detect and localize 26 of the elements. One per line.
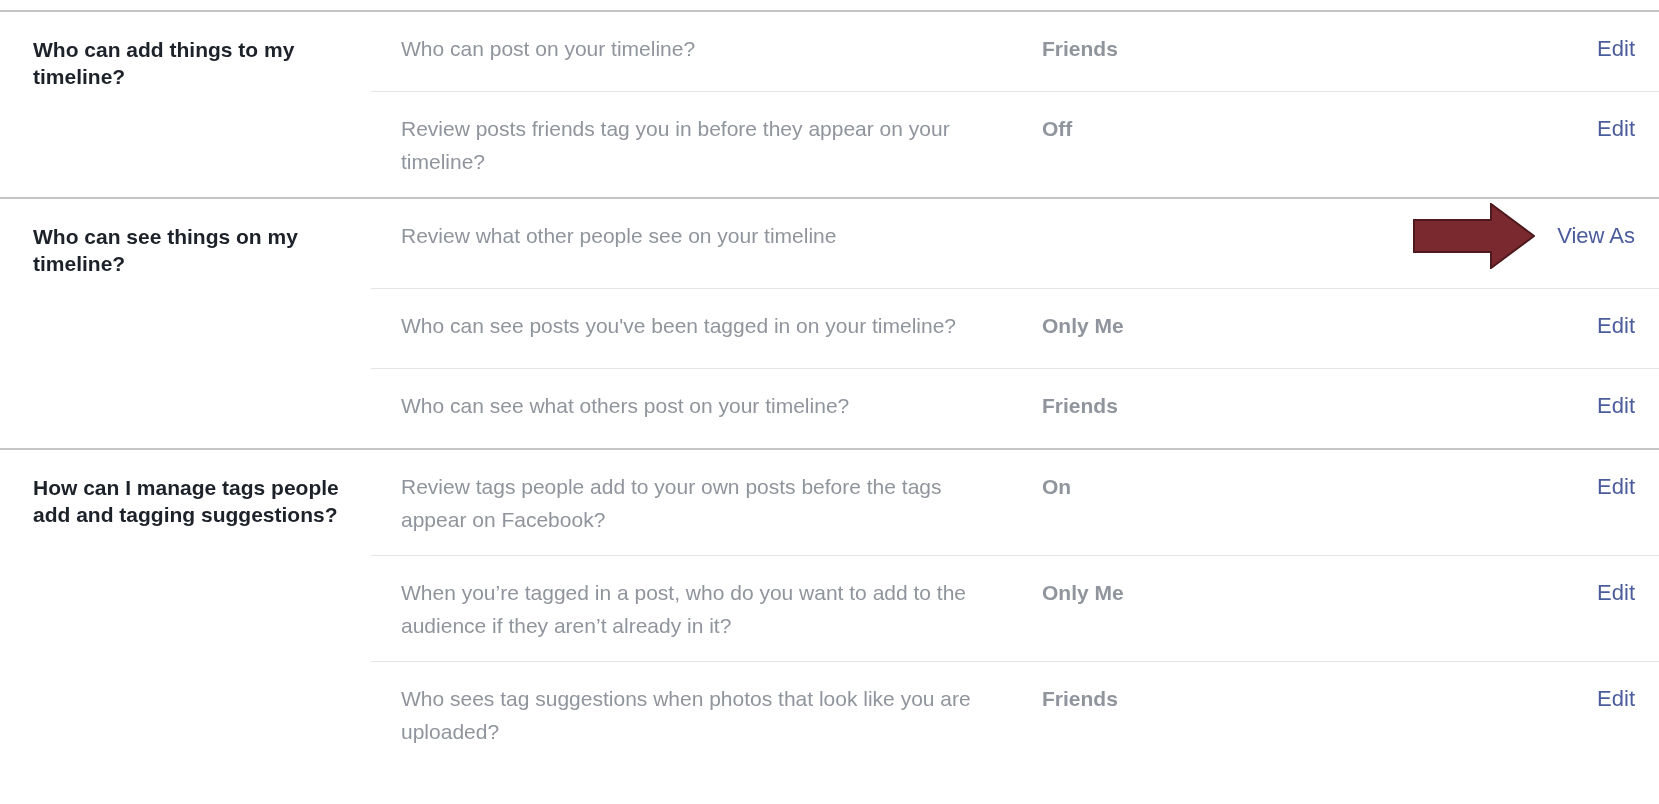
setting-question: Who can see posts you've been tagged in on your timeline? — [401, 313, 958, 339]
setting-question: Who can post on your timeline? — [401, 36, 697, 62]
setting-value: Off — [1042, 117, 1073, 140]
edit-link[interactable]: View As — [1557, 219, 1635, 252]
setting-question: Review posts friends tag you in before they appear on your timeline? — [401, 116, 951, 175]
setting-question: Who sees tag suggestions when photos that look like you are uploaded? — [401, 686, 972, 745]
section-heading: How can I manage tags people add and tagging suggestions? — [32, 475, 340, 528]
setting-value: Friends — [1042, 687, 1118, 710]
setting-value: Friends — [1042, 394, 1118, 417]
edit-link[interactable]: Edit — [1597, 112, 1635, 145]
section-heading: Who can see things on my timeline? — [32, 224, 299, 277]
setting-question: Review what other people see on your timeline — [401, 223, 838, 249]
setting-value: On — [1042, 475, 1072, 498]
setting-question: Review tags people add to your own posts before the tags appear on Facebook? — [401, 474, 943, 533]
edit-link[interactable]: Edit — [1597, 309, 1635, 342]
section-heading: Who can add things to my timeline? — [32, 37, 296, 90]
setting-value: Only Me — [1042, 314, 1124, 337]
edit-link[interactable]: Edit — [1597, 576, 1635, 609]
setting-question: Who can see what others post on your timeline? — [401, 393, 851, 419]
edit-link[interactable]: Edit — [1597, 389, 1635, 422]
setting-question: When you’re tagged in a post, who do you want to add to the audience if they aren’t already in it? — [401, 580, 968, 639]
setting-value: Only Me — [1042, 581, 1124, 604]
edit-link[interactable]: Edit — [1597, 682, 1635, 715]
edit-link[interactable]: Edit — [1597, 470, 1635, 503]
edit-link[interactable]: Edit — [1597, 32, 1635, 65]
setting-value: Friends — [1042, 37, 1118, 60]
